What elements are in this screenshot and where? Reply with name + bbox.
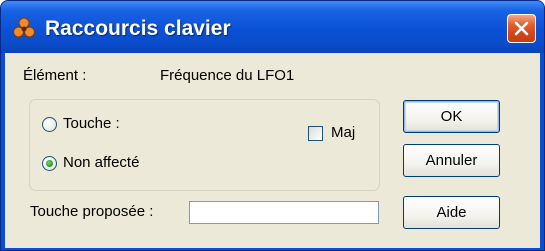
maj-checkbox[interactable] — [308, 126, 323, 141]
title-bar[interactable]: Raccourcis clavier — [1, 1, 544, 53]
app-logo-icon — [13, 17, 35, 39]
assignment-group: Touche : Maj Non affecté — [29, 99, 380, 191]
close-icon — [514, 21, 529, 36]
touche-radio[interactable] — [42, 117, 57, 132]
non-affecte-radio-label[interactable]: Non affecté — [63, 154, 139, 171]
dialog-window: Raccourcis clavier Élément : Fréquence d… — [0, 0, 545, 251]
window-title: Raccourcis clavier — [45, 17, 231, 40]
cancel-button[interactable]: Annuler — [403, 144, 500, 177]
non-affecte-radio[interactable] — [42, 156, 57, 171]
dialog-body: Élément : Fréquence du LFO1 Touche : Maj… — [5, 53, 540, 248]
close-button[interactable] — [507, 14, 536, 43]
maj-checkbox-label[interactable]: Maj — [331, 124, 355, 141]
proposed-key-input[interactable] — [189, 201, 379, 224]
element-value: Fréquence du LFO1 — [160, 67, 295, 84]
help-button[interactable]: Aide — [403, 196, 500, 229]
element-label: Élément : — [23, 67, 87, 84]
touche-radio-label[interactable]: Touche : — [63, 115, 120, 132]
ok-button[interactable]: OK — [403, 100, 500, 133]
proposed-key-label: Touche proposée : — [30, 203, 154, 220]
